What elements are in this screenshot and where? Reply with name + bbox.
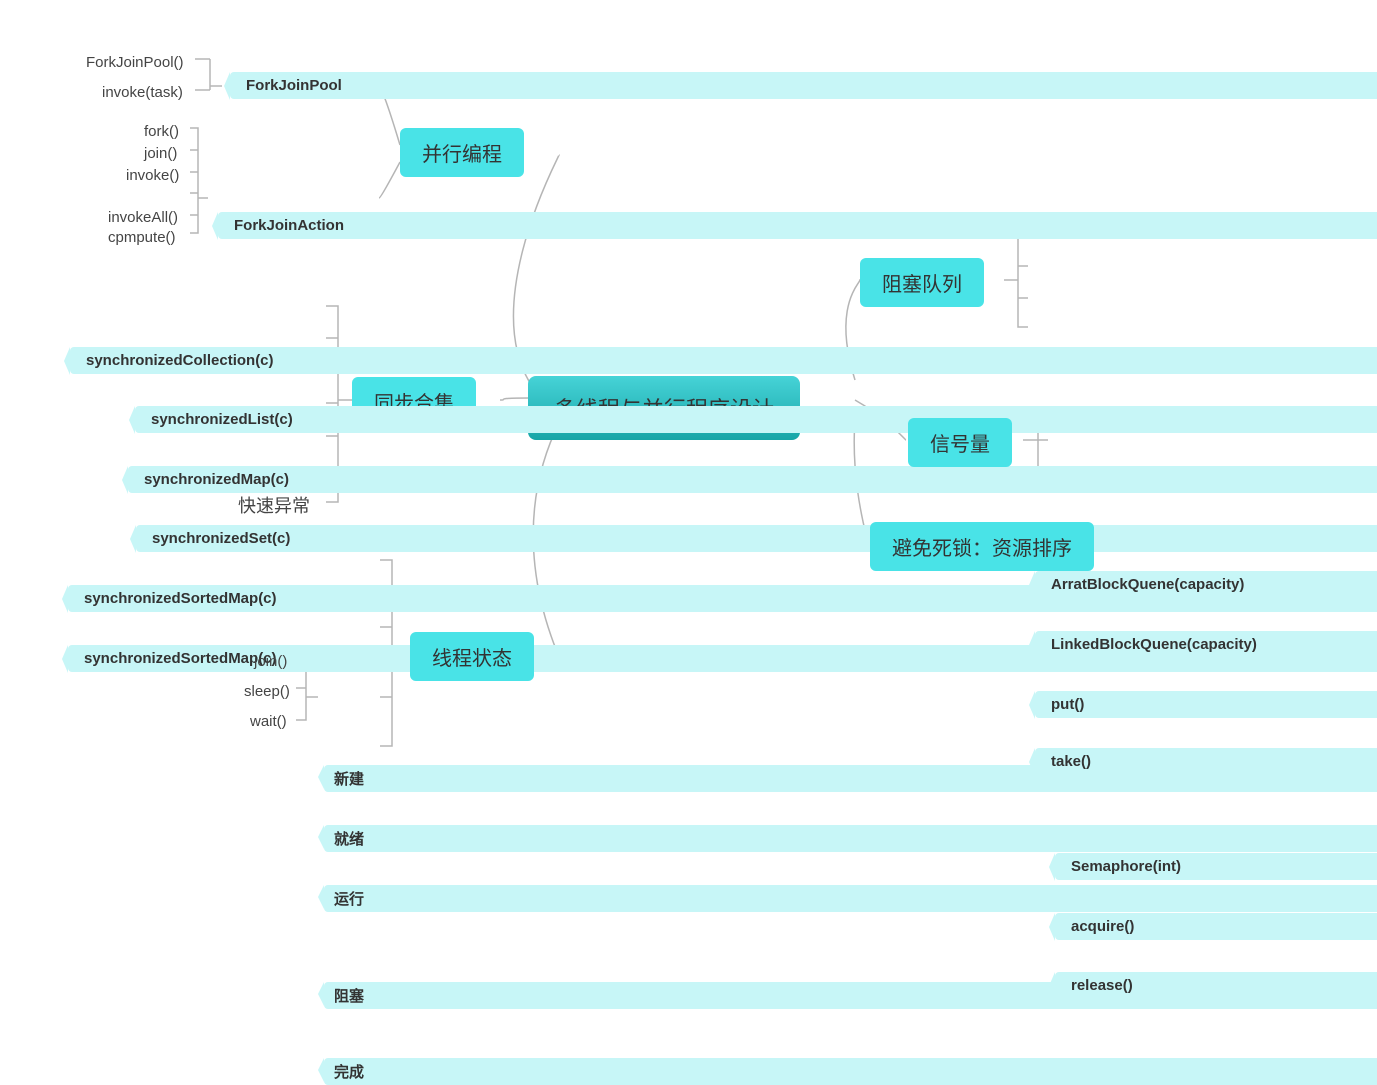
node-block-queue[interactable]: 阻塞队列 bbox=[860, 258, 984, 307]
leaf-state-done[interactable]: 完成 bbox=[324, 1058, 1377, 1085]
leaf-invoke: invoke() bbox=[116, 163, 189, 188]
node-forkjoinpool[interactable]: ForkJoinPool bbox=[230, 72, 1377, 99]
node-thread-state[interactable]: 线程状态 bbox=[410, 632, 534, 681]
node-forkjoinaction[interactable]: ForkJoinAction bbox=[218, 212, 1377, 239]
leaf-put[interactable]: put() bbox=[1035, 691, 1377, 718]
leaf-acquire[interactable]: acquire() bbox=[1055, 913, 1377, 940]
leaf-sync-set[interactable]: synchronizedSet(c) bbox=[136, 525, 1377, 552]
node-deadlock[interactable]: 避免死锁：资源排序 bbox=[870, 522, 1094, 571]
leaf-semaphore-ctor[interactable]: Semaphore(int) bbox=[1055, 853, 1377, 880]
leaf-blocked-sleep: sleep() bbox=[234, 679, 300, 704]
leaf-blocked-wait: wait() bbox=[240, 709, 297, 734]
leaf-forkjoinpool-ctor: ForkJoinPool() bbox=[76, 50, 194, 75]
leaf-sync-list[interactable]: synchronizedList(c) bbox=[135, 406, 1377, 433]
leaf-release[interactable]: release() bbox=[1055, 972, 1377, 999]
leaf-sync-collection[interactable]: synchronizedCollection(c) bbox=[70, 347, 1377, 374]
leaf-blocked-join: join() bbox=[244, 649, 297, 674]
leaf-state-ready[interactable]: 就绪 bbox=[324, 825, 1377, 852]
leaf-sync-map[interactable]: synchronizedMap(c) bbox=[128, 466, 1377, 493]
node-parallel[interactable]: 并行编程 bbox=[400, 128, 524, 177]
leaf-fast-exception: 快速异常 bbox=[232, 490, 316, 520]
leaf-compute: cpmpute() bbox=[98, 225, 186, 250]
leaf-take[interactable]: take() bbox=[1035, 748, 1377, 775]
leaf-linkedblockqueue[interactable]: LinkedBlockQuene(capacity) bbox=[1035, 631, 1377, 658]
leaf-invoke-task: invoke(task) bbox=[92, 80, 193, 105]
node-semaphore[interactable]: 信号量 bbox=[908, 418, 1012, 467]
leaf-state-running[interactable]: 运行 bbox=[324, 885, 1377, 912]
leaf-arrayblockqueue[interactable]: ArratBlockQuene(capacity) bbox=[1035, 571, 1377, 598]
